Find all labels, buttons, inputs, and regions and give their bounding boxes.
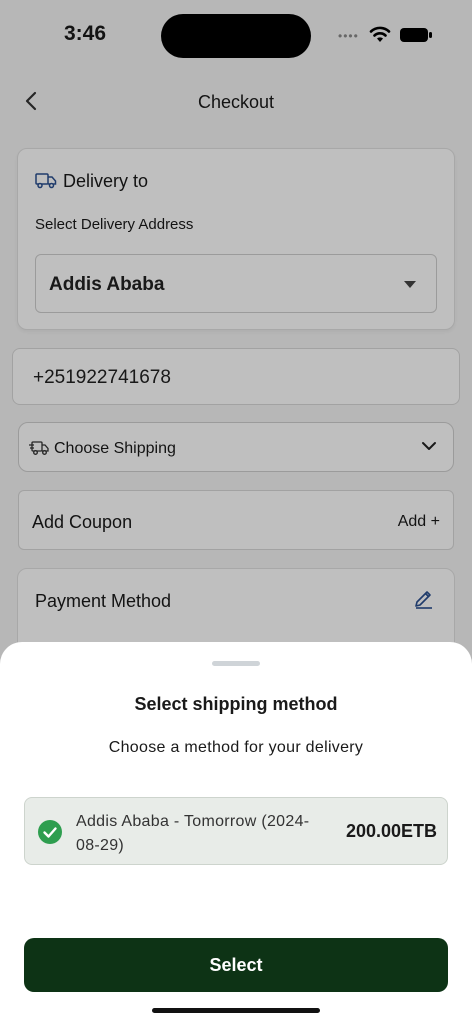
check-circle-icon bbox=[38, 820, 62, 844]
shipping-option-name: Addis Ababa - Tomorrow (2024-08-29) bbox=[76, 813, 310, 854]
sheet-subtitle: Choose a method for your delivery bbox=[108, 739, 364, 756]
shipping-method-sheet: Select shipping method Choose a method f… bbox=[0, 642, 472, 1024]
shipping-option-price: 200.00ETB bbox=[345, 821, 437, 841]
sheet-grabber[interactable] bbox=[212, 661, 260, 666]
shipping-option[interactable]: Addis Ababa - Tomorrow (2024-08-29) 200.… bbox=[24, 797, 448, 865]
home-indicator bbox=[152, 1008, 320, 1013]
select-button[interactable]: Select bbox=[24, 938, 448, 992]
sheet-title: Select shipping method bbox=[134, 694, 338, 714]
